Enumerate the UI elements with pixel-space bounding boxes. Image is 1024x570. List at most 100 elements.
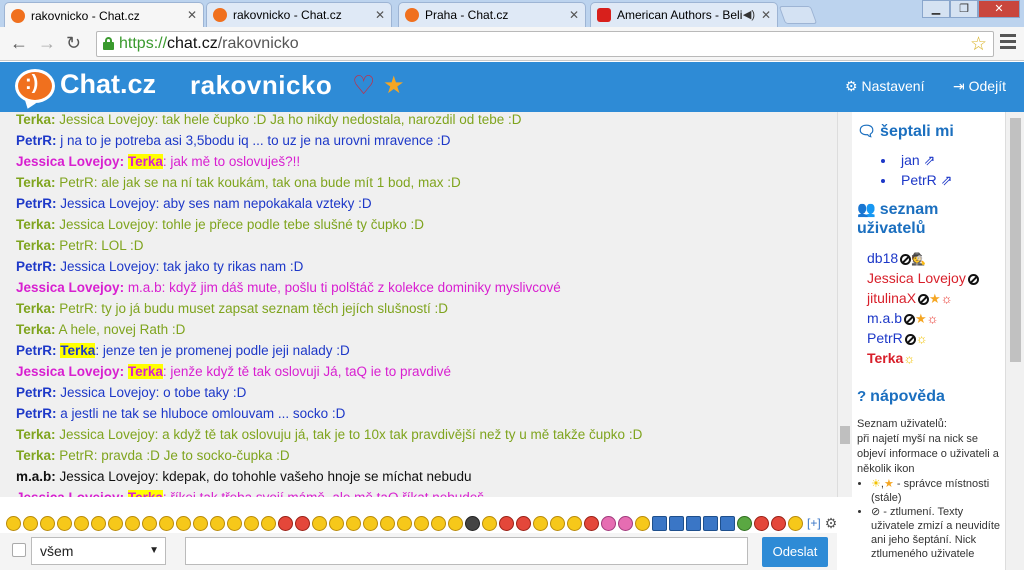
send-button[interactable]: Odeslat [762, 537, 828, 567]
more-emoticons-link[interactable]: [+] [807, 516, 821, 530]
emoticon-icon[interactable] [6, 515, 21, 531]
emoticon-icon[interactable] [363, 515, 378, 531]
emoticon-icon[interactable] [601, 515, 616, 531]
emoticon-icon[interactable] [737, 515, 752, 531]
emoticon-icon[interactable] [754, 515, 769, 531]
window-close-icon[interactable]: ✕ [978, 0, 1020, 18]
emoticon-icon[interactable] [23, 515, 38, 531]
user-nick[interactable]: Jessica Lovejoy [867, 270, 966, 286]
emoticon-icon[interactable] [584, 515, 599, 531]
message-nick[interactable]: PetrR: [16, 196, 57, 211]
browser-tab-2[interactable]: rakovnicko - Chat.cz ✕ [206, 2, 392, 27]
emoticon-icon[interactable] [278, 515, 293, 531]
emoticon-icon[interactable] [516, 515, 531, 531]
emoticon-icon[interactable] [431, 515, 446, 531]
emoticon-icon[interactable] [465, 515, 480, 531]
user-list-item[interactable]: db18 🕵 [867, 248, 979, 268]
emoticon-icon[interactable] [448, 515, 463, 531]
emoticon-icon[interactable] [125, 515, 140, 531]
settings-link[interactable]: ⚙ Nastavení [845, 78, 925, 95]
star-icon[interactable]: ★ [383, 71, 405, 100]
emoticon-icon[interactable] [244, 515, 259, 531]
emoticon-icon[interactable] [567, 515, 582, 531]
message-input[interactable] [185, 537, 748, 565]
recipient-select[interactable]: všem ▼ [31, 537, 166, 565]
message-nick[interactable]: Jessica Lovejoy: [16, 490, 124, 497]
heart-icon[interactable]: ♡ [352, 70, 375, 101]
emoticon-icon[interactable] [635, 515, 650, 531]
emoticon-icon[interactable] [57, 515, 72, 531]
maximize-icon[interactable]: ❐ [950, 0, 978, 18]
url-input[interactable]: https://chat.cz/rakovnicko ☆ [96, 31, 994, 57]
close-icon[interactable]: ✕ [761, 8, 771, 22]
emoticon-icon[interactable] [210, 515, 225, 531]
user-nick[interactable]: db18 [867, 250, 898, 266]
close-icon[interactable]: ✕ [375, 8, 385, 22]
emoticon-icon[interactable] [771, 515, 786, 531]
browser-menu-icon[interactable] [1000, 34, 1016, 52]
emoticon-icon[interactable] [261, 515, 276, 531]
emoticon-icon[interactable] [227, 515, 242, 531]
message-nick[interactable]: PetrR: [16, 406, 57, 421]
message-nick[interactable]: Terka: [16, 112, 56, 127]
emoticon-icon[interactable] [482, 515, 497, 531]
back-icon[interactable]: ← [10, 33, 28, 54]
emoticon-icon[interactable] [346, 515, 361, 531]
emoticon-icon[interactable] [91, 515, 106, 531]
emoticon-icon[interactable] [397, 515, 412, 531]
message-nick[interactable]: Jessica Lovejoy: [16, 280, 124, 295]
browser-tab-3[interactable]: Praha - Chat.cz ✕ [398, 2, 586, 27]
brand-name[interactable]: Chat.cz [60, 69, 156, 100]
user-list-item[interactable]: Terka☼ [867, 348, 979, 368]
message-nick[interactable]: PetrR: [16, 385, 57, 400]
message-nick[interactable]: PetrR: [16, 133, 57, 148]
emoticon-icon[interactable] [669, 515, 684, 531]
message-nick[interactable]: Terka: [16, 217, 56, 232]
emoticon-icon[interactable] [108, 515, 123, 531]
browser-tab-1[interactable]: rakovnicko - Chat.cz ✕ [4, 2, 204, 28]
emoticon-icon[interactable] [142, 515, 157, 531]
chat-logo-icon[interactable]: :) [15, 69, 55, 111]
emoticon-icon[interactable] [40, 515, 55, 531]
user-list-item[interactable]: PetrR ☼ [867, 328, 979, 348]
minimize-icon[interactable]: ▁ [922, 0, 950, 18]
emoticon-icon[interactable] [499, 515, 514, 531]
user-list-item[interactable]: jitulinaX ★☼ [867, 288, 979, 308]
sidebar-scrollbar[interactable] [1005, 112, 1024, 570]
message-nick[interactable]: Terka: [16, 175, 56, 190]
bookmark-star-icon[interactable]: ☆ [970, 33, 987, 56]
emoticon-icon[interactable] [414, 515, 429, 531]
close-icon[interactable]: ✕ [569, 8, 579, 22]
emoticon-icon[interactable] [295, 515, 310, 531]
emoticon-icon[interactable] [618, 515, 633, 531]
whisper-checkbox[interactable] [12, 543, 26, 557]
emoticon-icon[interactable] [159, 515, 174, 531]
emoticon-icon[interactable] [193, 515, 208, 531]
user-nick[interactable]: Terka [867, 350, 903, 366]
message-nick[interactable]: Terka: [16, 448, 56, 463]
chat-scrollbar[interactable] [837, 112, 852, 497]
emoticon-icon[interactable] [312, 515, 327, 531]
message-nick[interactable]: Jessica Lovejoy: [16, 364, 124, 379]
emoticon-icon[interactable] [652, 515, 667, 531]
new-tab-button[interactable] [778, 6, 818, 24]
message-nick[interactable]: PetrR: [16, 343, 57, 358]
browser-tab-4[interactable]: American Authors - Believ ◀) ✕ [590, 2, 778, 27]
gear-icon[interactable]: ⚙ [825, 515, 838, 532]
whisper-item[interactable]: jan ⇗ [881, 150, 952, 170]
user-nick[interactable]: jitulinaX [867, 290, 916, 306]
user-nick[interactable]: PetrR [867, 330, 903, 346]
user-list-item[interactable]: Jessica Lovejoy [867, 268, 979, 288]
message-nick[interactable]: Terka: [16, 238, 56, 253]
reload-icon[interactable]: ↻ [66, 33, 81, 54]
emoticon-icon[interactable] [550, 515, 565, 531]
emoticon-icon[interactable] [686, 515, 701, 531]
emoticon-icon[interactable] [176, 515, 191, 531]
emoticon-icon[interactable] [703, 515, 718, 531]
emoticon-icon[interactable] [533, 515, 548, 531]
message-nick[interactable]: m.a.b: [16, 469, 56, 484]
emoticon-icon[interactable] [380, 515, 395, 531]
emoticon-icon[interactable] [329, 515, 344, 531]
message-nick[interactable]: Jessica Lovejoy: [16, 154, 124, 169]
user-nick[interactable]: m.a.b [867, 310, 902, 326]
